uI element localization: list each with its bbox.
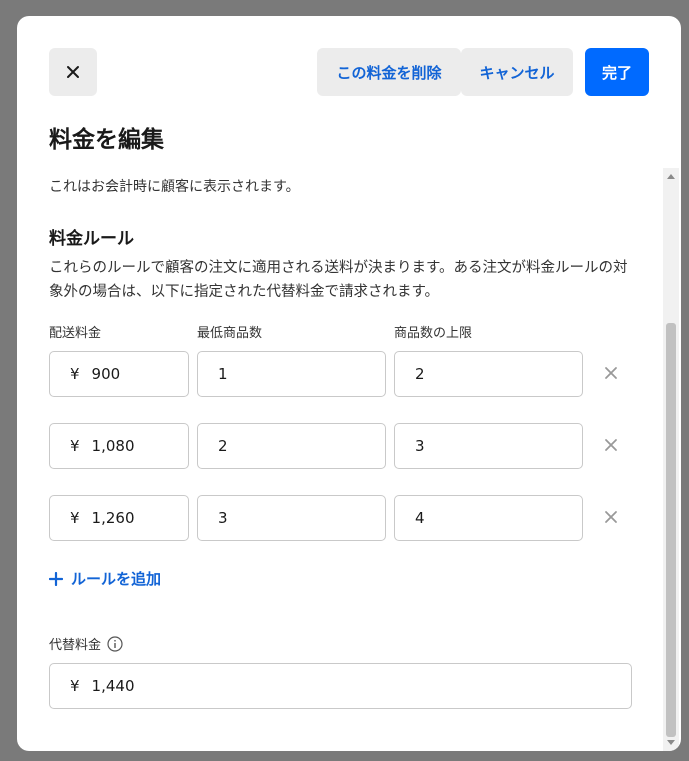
- remove-rule-button-3[interactable]: [601, 507, 621, 527]
- column-label-rate: 配送料金: [49, 326, 102, 341]
- rules-description: これらのルールで顧客の注文に適用される送料が決まります。ある注文が料金ルールの対…: [49, 260, 628, 300]
- scrollbar-thumb[interactable]: [666, 323, 676, 737]
- info-icon[interactable]: [107, 635, 123, 652]
- max-items-input-1[interactable]: 2: [394, 351, 583, 397]
- rate-input-2[interactable]: ¥ 1,080: [49, 423, 189, 469]
- modal-body: これはお会計時に顧客に表示されます。 料金ルール これらのルールで顧客の注文に適…: [17, 168, 681, 751]
- cancel-button[interactable]: キャンセル: [461, 48, 573, 96]
- currency-symbol: ¥: [70, 509, 80, 527]
- min-items-value: 3: [218, 509, 228, 527]
- scroll-up-arrow-icon[interactable]: [667, 174, 675, 179]
- rate-value: 1,260: [91, 509, 135, 527]
- close-button[interactable]: [49, 48, 97, 96]
- rules-heading: 料金ルール: [49, 229, 134, 249]
- max-items-input-2[interactable]: 3: [394, 423, 583, 469]
- min-items-input-1[interactable]: 1: [197, 351, 386, 397]
- rate-value: 1,080: [91, 437, 135, 455]
- fallback-rate-label-row: 代替料金: [49, 634, 123, 653]
- scroll-down-arrow-icon[interactable]: [667, 740, 675, 745]
- done-button[interactable]: 完了: [585, 48, 649, 96]
- max-items-input-3[interactable]: 4: [394, 495, 583, 541]
- remove-rule-icon: [605, 511, 617, 523]
- min-items-value: 1: [218, 365, 228, 383]
- currency-symbol: ¥: [70, 365, 80, 383]
- remove-rule-icon: [605, 367, 617, 379]
- currency-symbol: ¥: [70, 677, 80, 695]
- scrollbar[interactable]: [663, 168, 679, 751]
- fallback-rate-label: 代替料金: [49, 638, 102, 653]
- min-items-input-2[interactable]: 2: [197, 423, 386, 469]
- rate-input-1[interactable]: ¥ 900: [49, 351, 189, 397]
- add-rule-label: ルールを追加: [71, 570, 162, 588]
- checkout-description: これはお会計時に顧客に表示されます。: [49, 179, 300, 195]
- delete-rate-button[interactable]: この料金を削除: [317, 48, 461, 96]
- fallback-rate-input[interactable]: ¥ 1,440: [49, 663, 632, 709]
- edit-rate-modal: この料金を削除 キャンセル 完了 料金を編集 これはお会計時に顧客に表示されます…: [17, 16, 681, 751]
- plus-icon: [49, 571, 63, 586]
- currency-symbol: ¥: [70, 437, 80, 455]
- remove-rule-button-2[interactable]: [601, 435, 621, 455]
- max-items-value: 3: [415, 437, 425, 455]
- remove-rule-button-1[interactable]: [601, 363, 621, 383]
- rate-input-3[interactable]: ¥ 1,260: [49, 495, 189, 541]
- remove-rule-icon: [605, 439, 617, 451]
- column-label-max: 商品数の上限: [394, 326, 473, 341]
- max-items-value: 2: [415, 365, 425, 383]
- max-items-value: 4: [415, 509, 425, 527]
- fallback-rate-value: 1,440: [91, 677, 135, 695]
- min-items-value: 2: [218, 437, 228, 455]
- add-rule-button[interactable]: ルールを追加: [49, 568, 161, 589]
- min-items-input-3[interactable]: 3: [197, 495, 386, 541]
- close-icon: [67, 66, 79, 78]
- column-label-min: 最低商品数: [197, 326, 263, 341]
- rate-value: 900: [91, 365, 121, 383]
- modal-title: 料金を編集: [49, 127, 164, 153]
